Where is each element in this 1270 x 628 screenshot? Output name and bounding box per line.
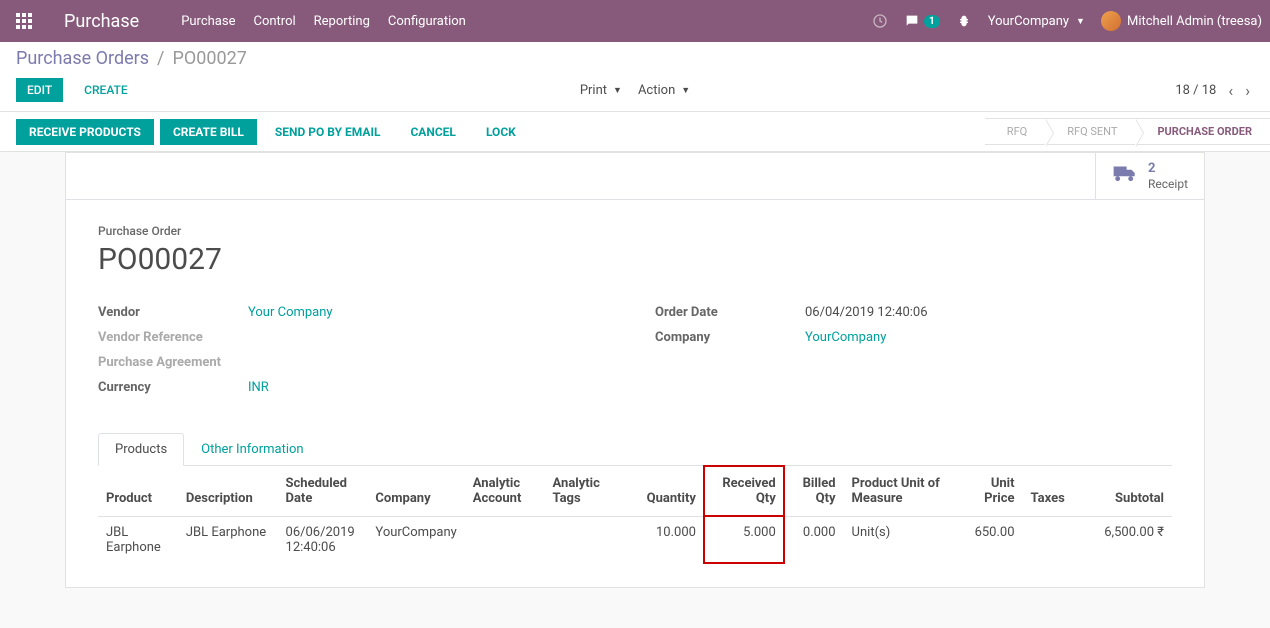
chevron-down-icon: ▼ (681, 85, 690, 96)
col-taxes[interactable]: Taxes (1023, 466, 1083, 517)
app-brand: Purchase (58, 11, 151, 32)
col-quantity[interactable]: Quantity (624, 466, 704, 517)
user-name: Mitchell Admin (treesa) (1127, 14, 1262, 29)
stat-label: Receipt (1148, 177, 1188, 191)
receive-products-button[interactable]: RECEIVE PRODUCTS (16, 119, 154, 145)
cell-unit-price: 650.00 (953, 516, 1023, 563)
col-analytic-account[interactable]: Analytic Account (465, 466, 545, 517)
order-lines-table: Product Description Scheduled Date Compa… (98, 466, 1172, 563)
currency-label: Currency (98, 380, 248, 395)
order-date-label: Order Date (655, 305, 805, 320)
col-billed-qty[interactable]: Billed Qty (784, 466, 844, 517)
activity-icon[interactable] (872, 13, 888, 29)
nav-configuration[interactable]: Configuration (388, 14, 466, 29)
apps-icon[interactable] (8, 5, 40, 37)
messaging-badge: 1 (924, 15, 940, 28)
cell-product: JBL Earphone (98, 516, 178, 563)
nav-menu: Purchase Control Reporting Configuration (181, 14, 466, 29)
pager: 18 / 18 ‹ › (1175, 79, 1254, 102)
edit-button[interactable]: EDIT (16, 78, 63, 102)
cell-billed-qty: 0.000 (784, 516, 844, 563)
currency-link[interactable]: INR (248, 380, 269, 395)
cell-received-qty: 5.000 (704, 516, 784, 563)
pager-prev[interactable]: ‹ (1224, 79, 1237, 102)
create-bill-button[interactable]: CREATE BILL (160, 119, 257, 145)
breadcrumb-sep: / (157, 48, 164, 69)
purchase-agreement-label: Purchase Agreement (98, 355, 248, 370)
print-dropdown[interactable]: Print ▼ (580, 83, 622, 98)
tab-products[interactable]: Products (98, 433, 184, 466)
avatar (1101, 11, 1121, 31)
company-link[interactable]: YourCompany (805, 330, 886, 345)
cancel-button[interactable]: CANCEL (398, 119, 467, 145)
vendor-label: Vendor (98, 305, 248, 320)
top-navbar: Purchase Purchase Control Reporting Conf… (0, 0, 1270, 42)
col-uom[interactable]: Product Unit of Measure (844, 466, 953, 517)
user-dropdown[interactable]: Mitchell Admin (treesa) (1101, 11, 1262, 31)
company-name: YourCompany (988, 14, 1069, 29)
col-subtotal[interactable]: Subtotal (1082, 466, 1172, 517)
nav-purchase[interactable]: Purchase (181, 14, 235, 29)
stat-count: 2 (1148, 161, 1188, 177)
breadcrumb: Purchase Orders / PO00027 (16, 48, 1254, 69)
col-unit-price[interactable]: Unit Price (953, 466, 1023, 517)
tabs: Products Other Information (98, 433, 1172, 466)
cell-taxes (1023, 516, 1083, 563)
truck-icon (1112, 163, 1138, 189)
purchase-order-number: PO00027 (98, 242, 1172, 277)
col-description[interactable]: Description (178, 466, 278, 517)
control-panel: Purchase Orders / PO00027 EDIT CREATE Pr… (0, 42, 1270, 112)
messaging-icon[interactable]: 1 (904, 13, 940, 29)
table-row[interactable]: JBL Earphone JBL Earphone 06/06/2019 12:… (98, 516, 1172, 563)
step-rfq[interactable]: RFQ (985, 118, 1045, 145)
form-sheet: 2 Receipt Purchase Order PO00027 Vendor … (65, 152, 1205, 588)
company-dropdown[interactable]: YourCompany ▼ (988, 14, 1085, 29)
col-received-qty[interactable]: Received Qty (704, 466, 784, 517)
order-date-value: 06/04/2019 12:40:06 (805, 305, 1172, 320)
col-analytic-tags[interactable]: Analytic Tags (545, 466, 625, 517)
cell-company: YourCompany (367, 516, 464, 563)
receipt-stat-button[interactable]: 2 Receipt (1095, 153, 1204, 199)
action-label: Action (638, 83, 675, 98)
step-purchase-order[interactable]: PURCHASE ORDER (1135, 118, 1270, 145)
status-steps: RFQ RFQ SENT PURCHASE ORDER (985, 118, 1270, 145)
breadcrumb-current: PO00027 (172, 48, 246, 69)
step-rfq-sent[interactable]: RFQ SENT (1045, 118, 1135, 145)
send-po-button[interactable]: SEND PO BY EMAIL (263, 119, 393, 145)
stat-buttons-row: 2 Receipt (66, 153, 1204, 200)
col-company[interactable]: Company (367, 466, 464, 517)
form-title-label: Purchase Order (98, 224, 1172, 238)
nav-reporting[interactable]: Reporting (314, 14, 370, 29)
action-dropdown[interactable]: Action ▼ (638, 83, 690, 98)
breadcrumb-parent[interactable]: Purchase Orders (16, 48, 149, 69)
nav-control[interactable]: Control (253, 14, 295, 29)
chevron-down-icon: ▼ (1076, 16, 1085, 27)
pager-text: 18 / 18 (1175, 83, 1216, 98)
chevron-down-icon: ▼ (613, 85, 622, 96)
debug-icon[interactable] (956, 13, 972, 29)
print-label: Print (580, 83, 607, 98)
cell-description: JBL Earphone (178, 516, 278, 563)
cell-uom: Unit(s) (844, 516, 953, 563)
col-scheduled-date[interactable]: Scheduled Date (278, 466, 368, 517)
vendor-ref-label: Vendor Reference (98, 330, 248, 345)
lock-button[interactable]: LOCK (474, 119, 528, 145)
cell-scheduled-date: 06/06/2019 12:40:06 (278, 516, 368, 563)
cell-analytic-tags (545, 516, 625, 563)
cell-analytic-account (465, 516, 545, 563)
statusbar: RECEIVE PRODUCTS CREATE BILL SEND PO BY … (0, 112, 1270, 152)
create-button[interactable]: CREATE (73, 78, 138, 102)
vendor-link[interactable]: Your Company (248, 305, 333, 320)
company-label: Company (655, 330, 805, 345)
cell-subtotal: 6,500.00 ₹ (1082, 516, 1172, 563)
pager-next[interactable]: › (1241, 79, 1254, 102)
col-product[interactable]: Product (98, 466, 178, 517)
cell-quantity: 10.000 (624, 516, 704, 563)
tab-other-info[interactable]: Other Information (184, 433, 320, 466)
